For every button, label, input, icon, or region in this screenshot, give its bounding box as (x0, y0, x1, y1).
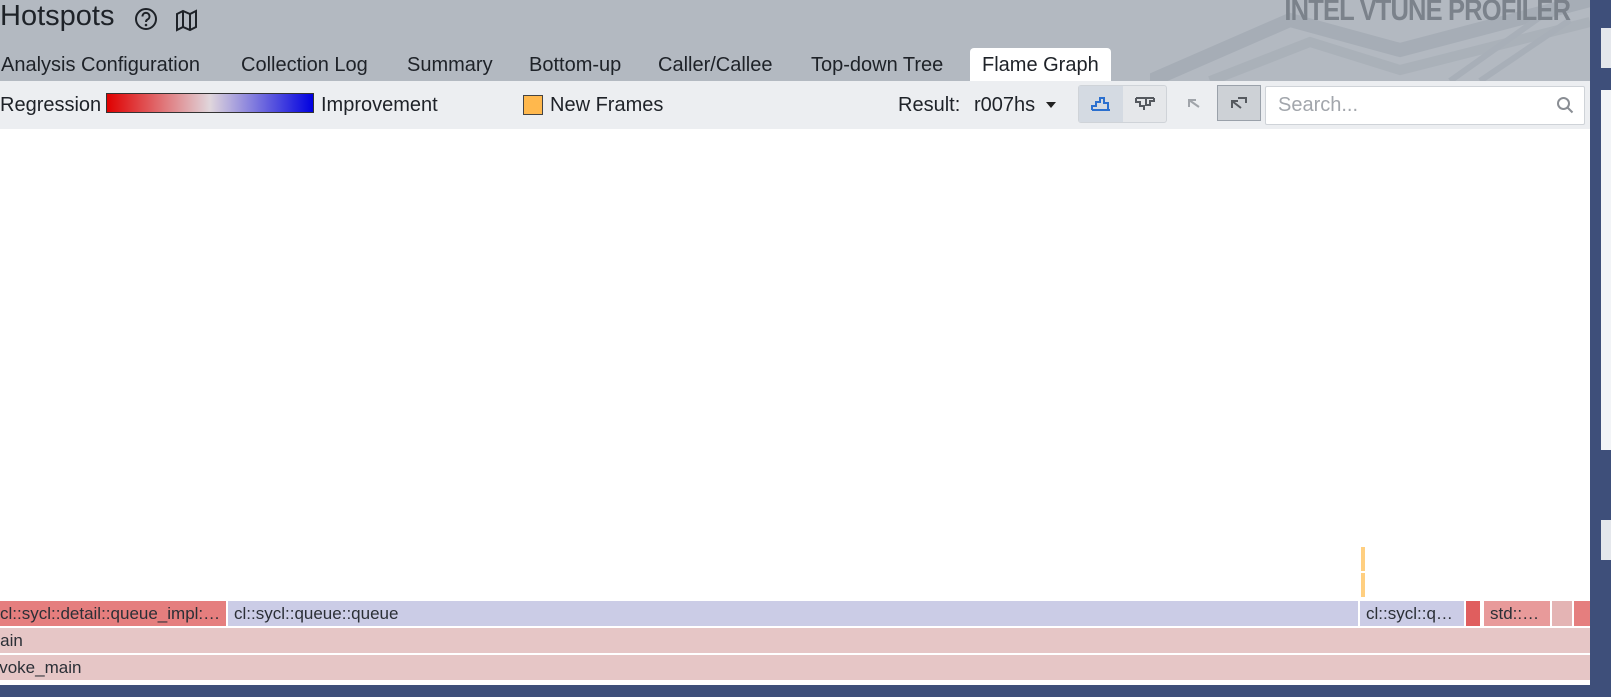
undo-zoom-button[interactable] (1173, 85, 1217, 121)
side-panel-strip (1601, 90, 1611, 450)
tab-top-down-tree[interactable]: Top-down Tree (811, 48, 943, 81)
reset-zoom-button[interactable] (1217, 85, 1261, 121)
tab-flame-graph[interactable]: Flame Graph (970, 48, 1111, 81)
reset-zoom-icon (1231, 97, 1247, 109)
flame-frame-invoke-main-label: invoke_main (0, 658, 82, 677)
flame-frame-main[interactable]: main (0, 628, 1590, 653)
flame-graph-view-button[interactable] (1079, 86, 1123, 122)
tab-summary[interactable]: Summary (407, 48, 493, 81)
flame-frame-main-label: main (0, 631, 23, 650)
diff-color-legend (106, 93, 314, 113)
page-title: Hotspots (0, 0, 115, 32)
flame-frame-invoke-main[interactable]: invoke_main (0, 655, 1590, 680)
flame-frame-queue-ctor[interactable]: cl::sycl::queue::queue (228, 601, 1358, 626)
side-panel-edge (1590, 0, 1611, 697)
search-input[interactable] (1278, 87, 1538, 124)
status-bar (0, 685, 1590, 697)
flame-graph-canvas[interactable]: cl::sycl::detail::queue_impl:… cl::sycl:… (0, 129, 1590, 685)
result-select[interactable]: r007hs (974, 81, 1035, 130)
flame-frame-std[interactable]: std::… (1484, 601, 1550, 626)
vtune-app: INTEL VTUNE PROFILER Hotspots Analysis C… (0, 0, 1590, 685)
map-help-icon[interactable] (174, 6, 200, 32)
tab-caller-callee[interactable]: Caller/Callee (658, 48, 773, 81)
side-panel-strip (1601, 520, 1611, 560)
header: INTEL VTUNE PROFILER Hotspots Analysis C… (0, 0, 1590, 81)
brand-logo: INTEL VTUNE PROFILER (1284, 0, 1571, 27)
flame-frame-sycl-q[interactable]: cl::sycl::q… (1360, 601, 1464, 626)
result-label: Result: (898, 94, 961, 116)
view-mode-group (1078, 85, 1167, 123)
new-frame-block[interactable] (1361, 573, 1365, 597)
icicle-graph-view-button[interactable] (1123, 86, 1167, 122)
flame-frame-small[interactable] (1552, 601, 1572, 626)
question-circle-icon[interactable] (133, 6, 159, 32)
search-icon[interactable] (1556, 96, 1574, 119)
undo-zoom-icon (1188, 99, 1200, 108)
new-frames-swatch (523, 95, 543, 115)
tab-bottom-up[interactable]: Bottom-up (529, 48, 621, 81)
new-frames-label: New Frames (550, 94, 664, 116)
flame-graph-icon (1091, 97, 1110, 111)
zoom-group (1173, 85, 1267, 123)
search-box (1265, 86, 1585, 125)
toolbar: Regression Improvement New Frames Result… (0, 81, 1590, 129)
icicle-graph-icon (1135, 97, 1155, 110)
tab-analysis-configuration[interactable]: Analysis Configuration (1, 48, 200, 81)
flame-frame-queue-impl[interactable]: cl::sycl::detail::queue_impl:… (0, 601, 226, 626)
flame-frame-small[interactable] (1574, 601, 1590, 626)
flame-frame-small[interactable] (1466, 601, 1480, 626)
improvement-label: Improvement (321, 94, 438, 116)
new-frame-block[interactable] (1361, 547, 1365, 571)
side-panel-strip (1601, 28, 1611, 68)
regression-label: Regression (0, 94, 102, 116)
chevron-down-icon[interactable] (1046, 102, 1056, 108)
tab-collection-log[interactable]: Collection Log (241, 48, 368, 81)
